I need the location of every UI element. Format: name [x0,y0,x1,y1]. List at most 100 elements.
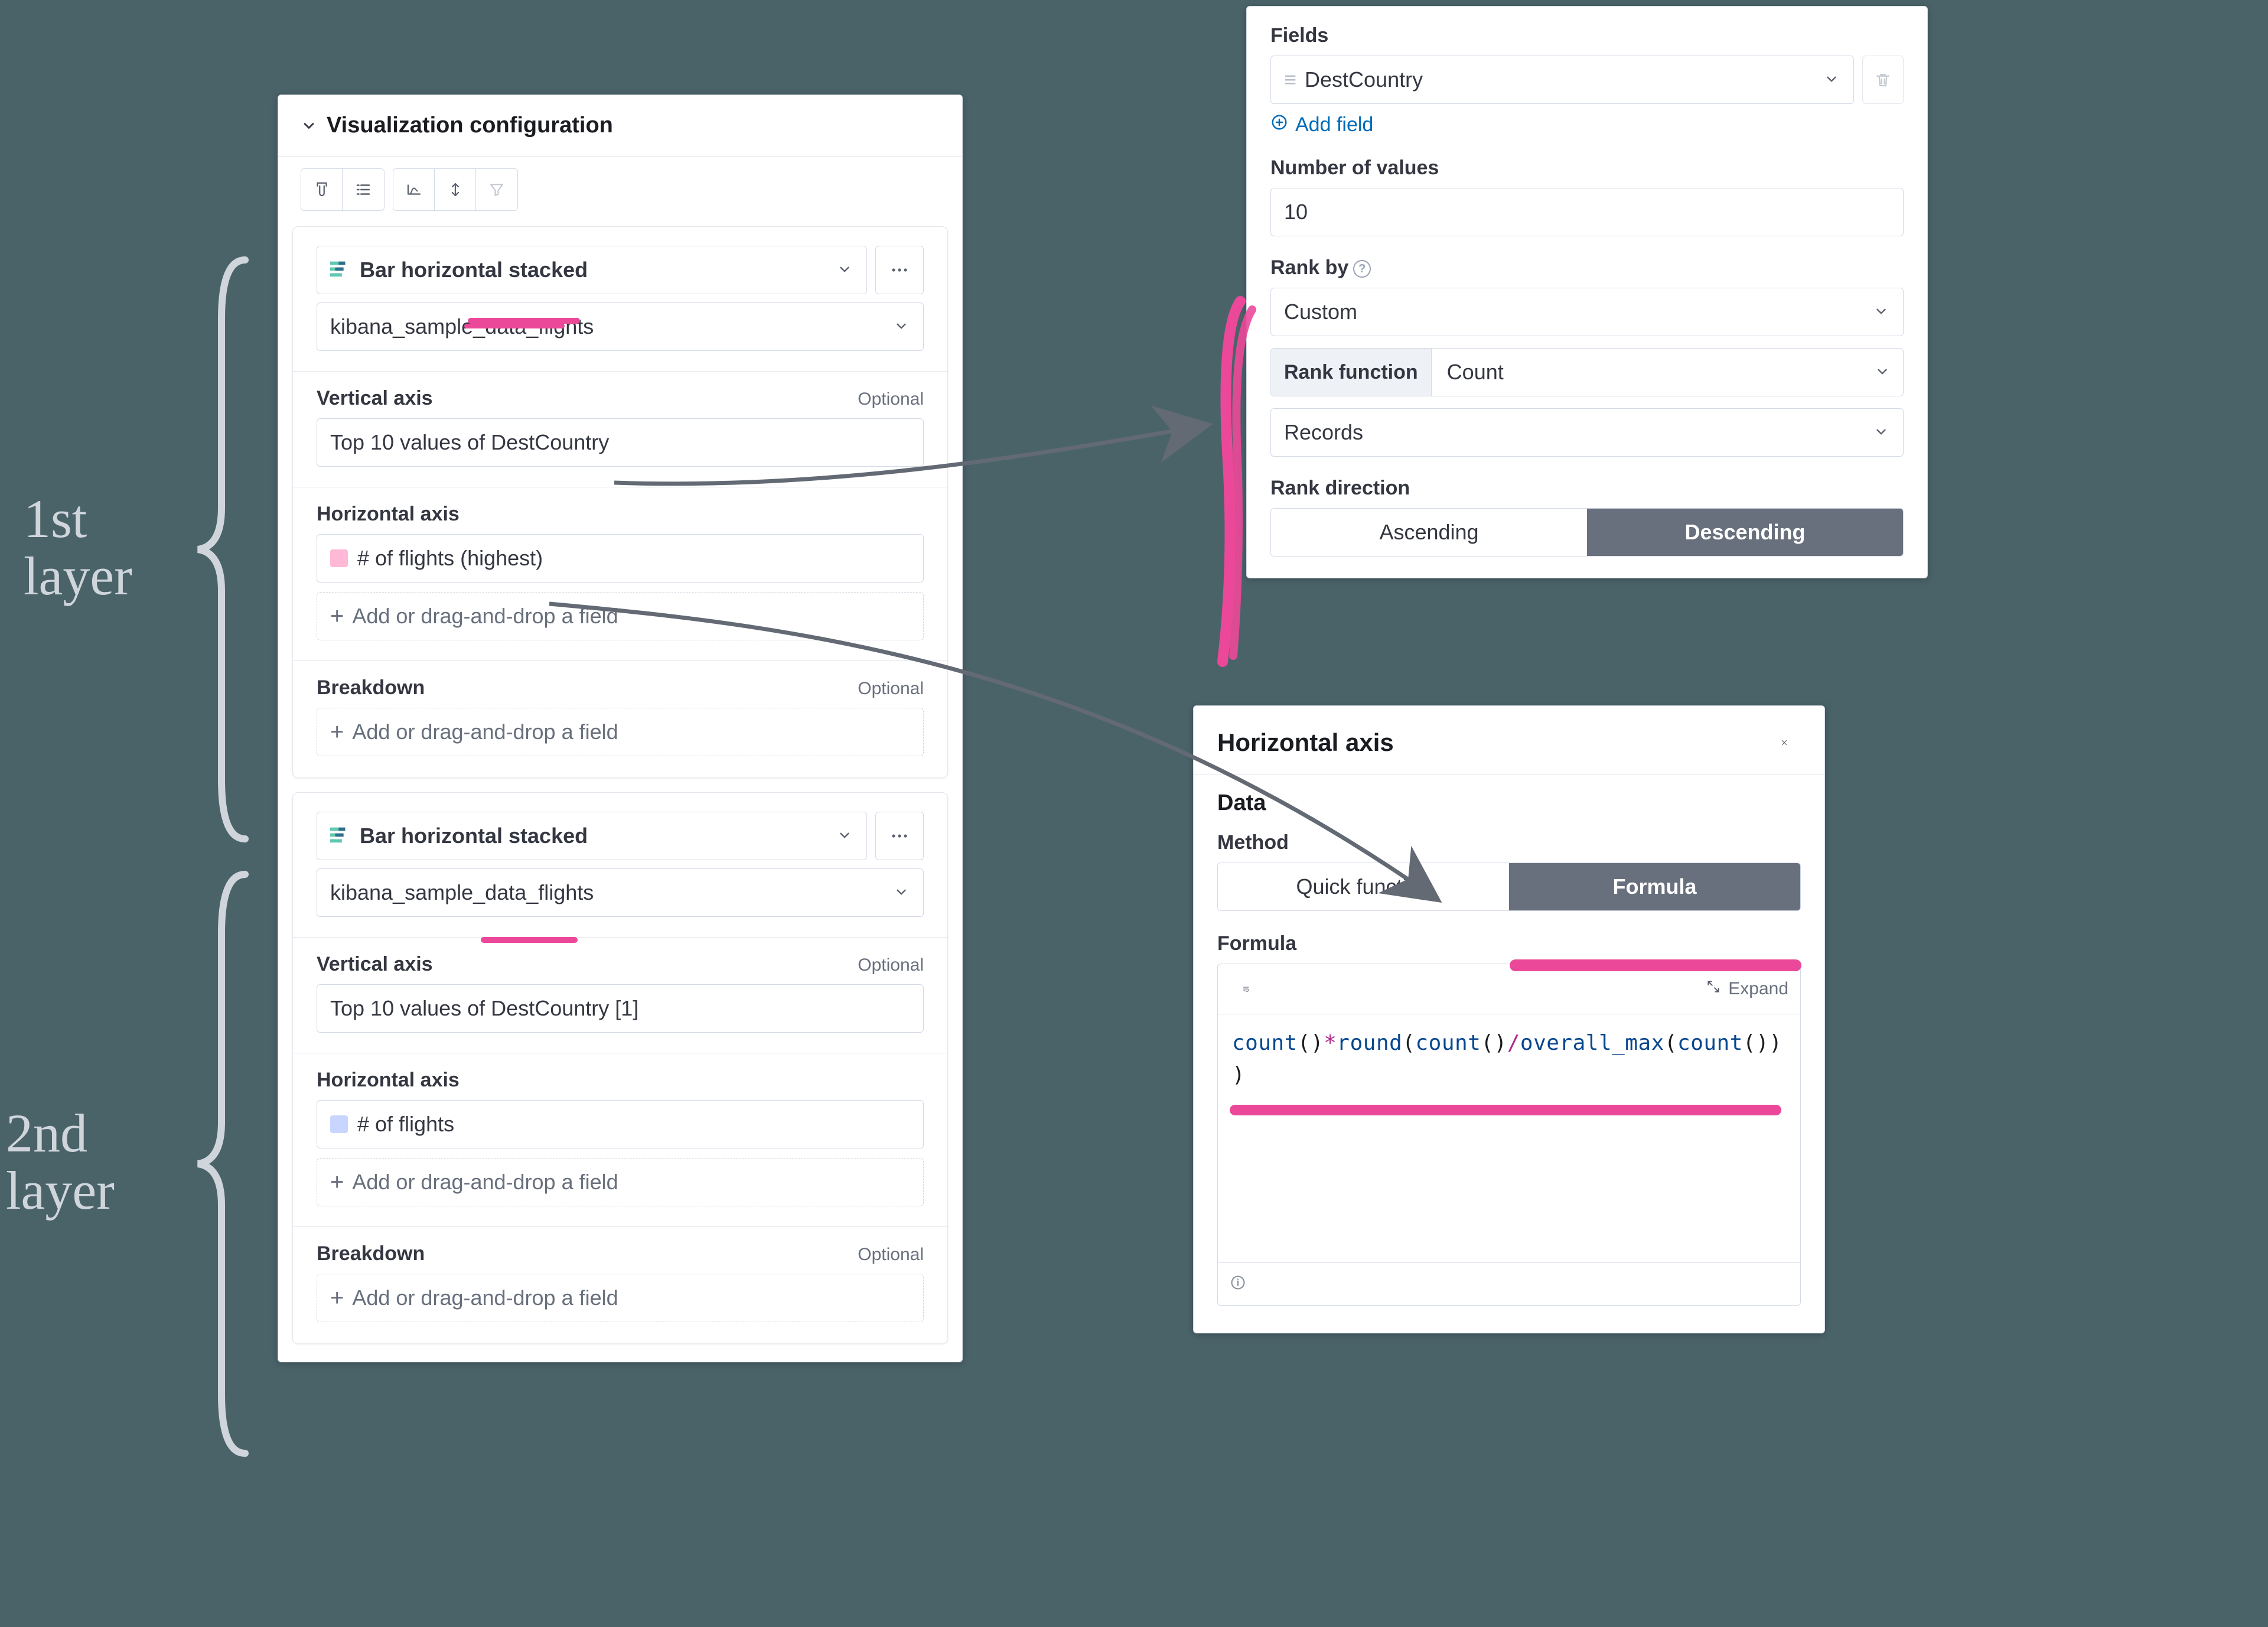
formula-button[interactable]: Formula [1509,863,1800,910]
layer-toolbar [278,157,962,226]
chart-type-value: Bar horizontal stacked [360,824,827,848]
layer-actions-button[interactable] [875,812,924,860]
rank-by-label: Rank by? [1270,256,1904,279]
horizontal-axis-chip[interactable]: # of flights [317,1100,924,1148]
chevron-down-icon [1873,424,1890,441]
fields-label: Fields [1270,24,1904,47]
plus-icon: + [330,604,344,628]
add-field-breakdown[interactable]: + Add or drag-and-drop a field [317,708,924,756]
close-button[interactable] [1768,726,1801,759]
rank-function-sub-select[interactable]: Records [1270,408,1904,457]
add-field-horizontal-axis[interactable]: + Add or drag-and-drop a field [317,592,924,640]
rank-direction-label: Rank direction [1270,477,1904,500]
dataset-select[interactable]: kibana_sample_data_flights [317,302,924,351]
axis-x-button[interactable] [393,169,435,210]
num-values-label: Number of values [1270,157,1904,180]
axis-y-button[interactable] [435,169,476,210]
add-field-horizontal-axis[interactable]: + Add or drag-and-drop a field [317,1158,924,1206]
horizontal-axis-value: # of flights (highest) [357,546,543,571]
chevron-down-icon [894,884,910,901]
chevron-down-icon [837,828,853,844]
optional-tag: Optional [858,679,924,699]
highlight-underline [1230,1105,1781,1115]
expand-label: Expand [1728,979,1788,999]
layer-2-card: Bar horizontal stacked kibana_sample_dat… [292,792,948,1344]
plus-icon: + [330,1286,344,1310]
fields-panel: Fields ≡ DestCountry Add field Number of… [1246,6,1928,578]
expand-button[interactable]: Expand [1706,979,1788,999]
layer-1-card: Bar horizontal stacked kibana_sample_dat… [292,226,948,778]
add-field-breakdown[interactable]: + Add or drag-and-drop a field [317,1274,924,1322]
chevron-down-icon [894,318,910,335]
add-field-hint: Add or drag-and-drop a field [352,720,618,744]
layer2-horizontal-axis: Horizontal axis # of flights + Add or dr… [293,1053,947,1226]
plus-icon: + [330,1170,344,1194]
add-field-hint: Add or drag-and-drop a field [352,1170,618,1195]
highlight-underline [1510,959,1801,971]
chevron-down-icon [1875,364,1891,380]
formula-textarea[interactable]: count()*round(count()/overall_max(count(… [1218,1014,1800,1262]
horizontal-axis-chip[interactable]: # of flights (highest) [317,534,924,583]
flyout-title: Horizontal axis [1217,728,1394,757]
layer2-breakdown: BreakdownOptional + Add or drag-and-drop… [293,1226,947,1343]
brace-2nd-layer [189,868,266,1459]
add-field-hint: Add or drag-and-drop a field [352,1286,618,1310]
word-wrap-button[interactable] [1230,972,1263,1006]
method-label: Method [1217,831,1801,854]
layer1-vertical-axis: Vertical axisOptional Top 10 values of D… [293,371,947,487]
breakdown-label: Breakdown [317,676,425,699]
appearance-tab-button[interactable] [301,169,343,210]
rank-function-select[interactable]: Rank function Count [1270,348,1904,396]
num-values-input[interactable]: 10 [1270,188,1904,236]
field-value: DestCountry [1305,67,1814,92]
formula-editor: Expand count()*round(count()/overall_max… [1217,964,1801,1306]
optional-tag: Optional [858,955,924,975]
ascending-button[interactable]: Ascending [1271,509,1587,556]
breakdown-label: Breakdown [317,1242,425,1265]
rank-by-select[interactable]: Custom [1270,288,1904,336]
chevron-down-icon [301,118,317,134]
dataset-value: kibana_sample_data_flights [330,314,884,339]
brace-1st-layer [189,254,266,845]
hand-label-2nd-layer: 2ndlayer [6,1105,115,1219]
quick-function-button[interactable]: Quick function [1218,863,1509,910]
num-values-value: 10 [1284,200,1308,224]
field-select[interactable]: ≡ DestCountry [1270,56,1854,104]
bar-horizontal-stacked-icon [330,258,350,282]
formula-footer [1218,1262,1800,1305]
optional-tag: Optional [858,389,924,409]
vertical-axis-field[interactable]: Top 10 values of DestCountry [1] [317,984,924,1033]
color-swatch-pink [330,549,348,567]
chart-type-select[interactable]: Bar horizontal stacked [317,812,867,860]
vertical-axis-label: Vertical axis [317,953,433,976]
filter-tab-button[interactable] [476,169,517,210]
method-segment: Quick function Formula [1217,863,1801,911]
vertical-axis-value: Top 10 values of DestCountry [1] [330,996,638,1021]
info-icon[interactable] [1230,1271,1246,1296]
chevron-down-icon [1873,304,1890,320]
layer-actions-button[interactable] [875,246,924,294]
list-tab-button[interactable] [343,169,384,210]
visualization-config-panel: Visualization configuration Bar horizont… [278,95,963,1362]
expand-icon [1706,979,1721,999]
rank-function-prefix: Rank function [1271,349,1432,396]
rank-function-sub-value: Records [1284,420,1864,445]
viz-config-title: Visualization configuration [327,113,613,138]
help-icon[interactable]: ? [1353,260,1371,278]
dataset-select[interactable]: kibana_sample_data_flights [317,868,924,917]
add-field-text: Add field [1295,113,1373,136]
layer1-type-section: Bar horizontal stacked kibana_sample_dat… [293,227,947,371]
delete-field-button[interactable] [1862,56,1904,104]
plus-icon: + [330,720,344,744]
chart-type-select[interactable]: Bar horizontal stacked [317,246,867,294]
chevron-down-icon [837,262,853,278]
layer1-horizontal-axis: Horizontal axis # of flights (highest) +… [293,487,947,660]
dataset-value: kibana_sample_data_flights [330,880,884,905]
bar-horizontal-stacked-icon [330,824,350,848]
rank-by-value: Custom [1284,300,1864,324]
add-field-link[interactable]: Add field [1270,113,1904,136]
descending-button[interactable]: Descending [1587,509,1903,556]
vertical-axis-field[interactable]: Top 10 values of DestCountry [317,418,924,467]
highlight-curve [1217,295,1258,679]
viz-config-header[interactable]: Visualization configuration [278,95,962,157]
